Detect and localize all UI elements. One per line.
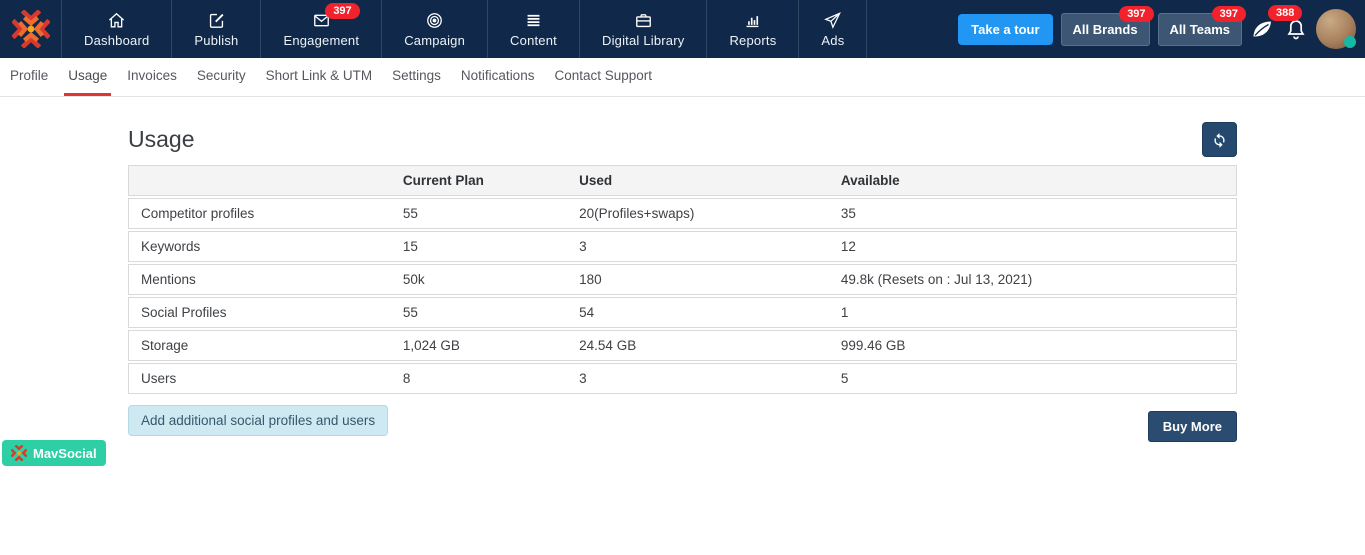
cell-available: 49.8k (Resets on : Jul 13, 2021) (828, 264, 1237, 295)
mavsocial-floating-badge[interactable]: MavSocial (2, 440, 106, 466)
home-icon (109, 12, 125, 28)
row-link-mentions[interactable]: Mentions (128, 264, 391, 295)
nav-item-ads[interactable]: Ads (799, 0, 868, 58)
cell-used: 24.54 GB (567, 330, 829, 361)
nav-item-content[interactable]: Content (488, 0, 580, 58)
table-row: Keywords 15 3 12 (128, 231, 1237, 262)
tab-settings[interactable]: Settings (382, 68, 451, 96)
refresh-icon (1214, 132, 1225, 148)
nav-item-publish[interactable]: Publish (172, 0, 262, 58)
nav-label: Digital Library (601, 32, 685, 48)
cell-current-plan: 55 (390, 297, 568, 328)
row-link-users[interactable]: Users (128, 363, 391, 394)
cell-current-plan: 50k (390, 264, 568, 295)
all-teams-wrap: 397 All Teams (1157, 5, 1246, 46)
cell-used: 180 (567, 264, 829, 295)
bar-chart-icon (746, 15, 759, 27)
nav-label: Dashboard (84, 32, 150, 48)
nav-label: Engagement (283, 32, 360, 48)
header-used: Used (567, 165, 829, 196)
cell-used: 54 (567, 297, 829, 328)
nav-item-engagement[interactable]: 397 Engagement (261, 0, 383, 58)
header-blank (128, 165, 391, 196)
table-row: Users 8 3 5 (128, 363, 1237, 394)
mavsocial-badge-icon (11, 445, 27, 461)
all-brands-wrap: 397 All Brands (1060, 5, 1154, 46)
tab-notifications[interactable]: Notifications (451, 68, 545, 96)
table-row: Social Profiles 55 54 1 (128, 297, 1237, 328)
nav-item-campaign[interactable]: Campaign (382, 0, 489, 58)
mavsocial-logo-icon (11, 10, 50, 48)
tab-usage[interactable]: Usage (58, 68, 117, 96)
page-title: Usage (128, 126, 195, 152)
cell-available: 12 (828, 231, 1237, 262)
add-social-profiles-button[interactable]: Add additional social profiles and users (128, 405, 389, 436)
buy-more-button[interactable]: Buy More (1147, 411, 1237, 442)
nav-label: Content (510, 32, 557, 48)
row-link-storage[interactable]: Storage (128, 330, 391, 361)
table-row: Mentions 50k 180 49.8k (Resets on : Jul … (128, 264, 1237, 295)
nav-item-reports[interactable]: Reports (707, 0, 800, 58)
table-row: Storage 1,024 GB 24.54 GB 999.46 GB (128, 330, 1237, 361)
online-status-dot (1344, 36, 1356, 48)
cell-available: 35 (828, 198, 1237, 229)
cell-current-plan: 55 (390, 198, 568, 229)
take-a-tour-button[interactable]: Take a tour (958, 13, 1053, 45)
nav-label: Reports (729, 32, 777, 48)
mavsocial-logo[interactable] (0, 0, 62, 58)
list-icon (527, 14, 540, 26)
cell-current-plan: 8 (390, 363, 568, 394)
user-avatar[interactable] (1316, 9, 1356, 49)
cell-used: 20(Profiles+swaps) (567, 198, 829, 229)
notifications-wrap: 388 (1268, 5, 1308, 41)
top-navigation-bar: Dashboard Publish 397 Engagement Campaig… (0, 0, 1365, 58)
all-teams-badge: 397 (1211, 5, 1246, 22)
usage-table: Current Plan Used Available Competitor p… (128, 163, 1237, 396)
tab-invoices[interactable]: Invoices (117, 68, 187, 96)
mavsocial-badge-label: MavSocial (33, 445, 97, 461)
nav-item-digital-library[interactable]: Digital Library (580, 0, 708, 58)
refresh-button[interactable] (1202, 122, 1237, 157)
cell-available: 5 (828, 363, 1237, 394)
cell-current-plan: 15 (390, 231, 568, 262)
topbar-right-group: Take a tour 397 All Brands 397 All Teams… (958, 0, 1365, 58)
nav-label: Ads (821, 32, 845, 48)
row-link-competitor-profiles[interactable]: Competitor profiles (128, 198, 391, 229)
notifications-badge: 388 (1268, 5, 1303, 21)
nav-label: Campaign (404, 32, 466, 48)
table-header-row: Current Plan Used Available (128, 165, 1237, 196)
target-icon (427, 12, 442, 28)
nav-item-dashboard[interactable]: Dashboard (62, 0, 173, 58)
cell-current-plan: 1,024 GB (390, 330, 568, 361)
header-current-plan: Current Plan (390, 165, 568, 196)
tab-profile[interactable]: Profile (0, 68, 58, 96)
tab-short-link-utm[interactable]: Short Link & UTM (256, 68, 383, 96)
cell-available: 999.46 GB (828, 330, 1237, 361)
cell-used: 3 (567, 363, 829, 394)
nav-label: Publish (194, 32, 239, 48)
engagement-badge: 397 (325, 3, 360, 19)
settings-tab-bar: Profile Usage Invoices Security Short Li… (0, 58, 1365, 97)
briefcase-icon (635, 13, 651, 27)
tab-contact-support[interactable]: Contact Support (544, 68, 662, 96)
edit-icon (209, 13, 224, 28)
header-available: Available (828, 165, 1237, 196)
tab-security[interactable]: Security (187, 68, 256, 96)
row-link-social-profiles[interactable]: Social Profiles (128, 297, 391, 328)
paper-plane-icon (824, 11, 842, 29)
usage-page: Usage Current Plan Used Available Compet… (128, 122, 1237, 442)
cell-available: 1 (828, 297, 1237, 328)
leaf-icon[interactable] (1250, 17, 1274, 41)
all-brands-badge: 397 (1119, 5, 1154, 22)
row-link-keywords[interactable]: Keywords (128, 231, 391, 262)
table-row: Competitor profiles 55 20(Profiles+swaps… (128, 198, 1237, 229)
cell-used: 3 (567, 231, 829, 262)
